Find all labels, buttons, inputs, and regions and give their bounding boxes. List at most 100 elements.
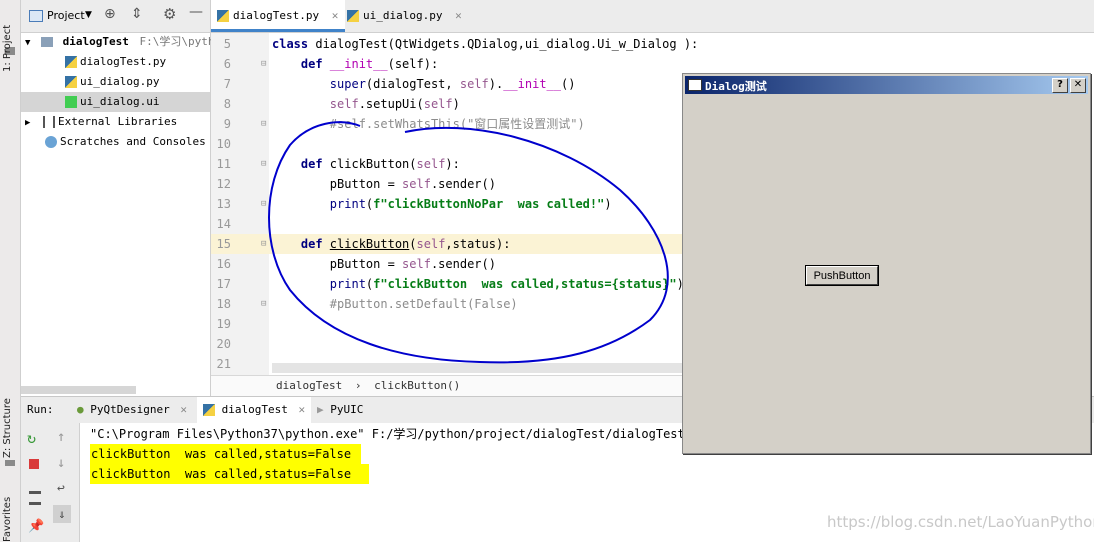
minimize-icon[interactable]: —: [189, 4, 203, 20]
locate-icon[interactable]: ⊕: [104, 6, 116, 22]
close-icon[interactable]: ✕: [332, 9, 339, 22]
tree-item-label: ui_dialog.py: [80, 75, 160, 88]
chevron-down-icon[interactable]: ▼: [85, 10, 92, 20]
line-number: 9: [223, 117, 231, 131]
arrow-up-icon[interactable]: ↑: [57, 429, 65, 445]
tree-item-dialogtest-py[interactable]: dialogTest.py: [21, 52, 210, 72]
pin-icon[interactable]: 📌: [28, 519, 44, 534]
tree-item-external-libraries[interactable]: ▶ External Libraries: [21, 112, 210, 132]
line-number: 12: [216, 177, 231, 191]
code-text: .sender(): [430, 177, 496, 191]
code-text: clickButton: [329, 237, 410, 251]
line-number-gutter: 5 6 7 8 9 10 11 12 13 14 15 16 17 18 19 …: [211, 33, 269, 375]
code-text: self: [423, 97, 453, 111]
code-text: dialogTest(QtWidgets.QDialog,ui_dialog.U…: [315, 37, 699, 51]
tab-ui-dialog-py[interactable]: ui_dialog.py ✕: [341, 0, 473, 32]
code-line-5: class dialogTest(QtWidgets.QDialog,ui_di…: [272, 34, 698, 54]
horizontal-scrollbar[interactable]: [21, 386, 136, 394]
tree-item-dialogtest[interactable]: ▼ dialogTest F:\学习\python: [21, 32, 228, 52]
tab-pyqtdesigner[interactable]: ● PyQtDesigner ✕: [77, 397, 187, 423]
code-text: self: [272, 97, 359, 111]
soft-wrap-icon[interactable]: ↩: [57, 481, 65, 496]
code-text: (dialogTest,: [365, 77, 460, 91]
tab-pyuic[interactable]: ▶ PyUIC: [317, 397, 363, 423]
favorites-tool-tab[interactable]: Favorites: [2, 486, 18, 542]
arrow-down-icon[interactable]: ↓: [57, 455, 65, 471]
code-line-18: #pButton.setDefault(False): [272, 297, 518, 311]
keyword: def: [272, 237, 330, 251]
line-number: 17: [216, 277, 231, 291]
gear-icon[interactable]: ⚙: [163, 5, 176, 23]
code-text: f"clickButton was called,status={status}…: [373, 277, 677, 291]
tree-item-scratches[interactable]: Scratches and Consoles: [21, 132, 210, 152]
code-text: __init__: [503, 77, 561, 91]
editor-hscroll[interactable]: [272, 363, 683, 373]
project-tool-tab[interactable]: 1: Project: [2, 6, 18, 72]
breadcrumb-item[interactable]: dialogTest: [276, 379, 342, 392]
dialog-title: Dialog测试: [705, 80, 767, 93]
code-text: __init__: [329, 57, 388, 71]
line-number: 11: [216, 157, 231, 171]
close-icon[interactable]: ✕: [455, 9, 462, 22]
tree-item-label: Scratches and Consoles: [60, 135, 206, 148]
project-view-icon: [29, 10, 43, 22]
fold-icon[interactable]: ⊟: [261, 199, 266, 209]
tab-dialogtest[interactable]: dialogTest ✕: [197, 397, 312, 423]
line-number: 14: [216, 217, 231, 231]
tab-dialogtest-py[interactable]: dialogTest.py ✕: [211, 0, 345, 32]
help-button[interactable]: ?: [1052, 78, 1068, 93]
fold-icon[interactable]: ⊟: [261, 239, 266, 249]
chevron-right-icon[interactable]: ▶: [25, 118, 30, 128]
code-text: ): [452, 97, 460, 111]
rerun-icon[interactable]: ↻: [27, 429, 36, 447]
stop-icon[interactable]: [29, 459, 39, 469]
tree-item-label: ui_dialog.ui: [80, 95, 160, 108]
line-number: 5: [223, 37, 231, 51]
structure-tool-tab[interactable]: Z: Structure: [2, 378, 18, 458]
tree-item-ui-dialog-py[interactable]: ui_dialog.py: [21, 72, 210, 92]
scroll-to-end-icon[interactable]: ⇓: [53, 505, 71, 523]
layout-icon[interactable]: [29, 491, 41, 505]
run-label: Run:: [27, 403, 54, 416]
close-icon[interactable]: ✕: [180, 403, 187, 416]
code-text: .setupUi(: [358, 97, 424, 111]
python-file-icon: [65, 76, 77, 88]
close-icon[interactable]: ✕: [298, 403, 305, 416]
code-line-9: #self.setWhatsThis("窗口属性设置测试"): [272, 117, 585, 131]
line-number: 16: [216, 257, 231, 271]
tree-item-ui-dialog-ui[interactable]: ui_dialog.ui: [21, 92, 210, 112]
code-text: print: [272, 277, 366, 291]
fold-icon[interactable]: ⊟: [261, 159, 266, 169]
collapse-icon[interactable]: ⇕: [131, 6, 143, 22]
code-text: self: [402, 257, 431, 271]
line-number: 10: [216, 137, 231, 151]
code-editor[interactable]: class dialogTest(QtWidgets.QDialog,ui_di…: [269, 33, 698, 375]
dialog-titlebar[interactable]: Dialog测试 ? ✕: [685, 76, 1088, 94]
code-line-12: pButton = self.sender(): [272, 174, 496, 194]
code-line-17: print(f"clickButton was called,status={s…: [272, 274, 684, 294]
console-line-highlighted: clickButton was called,status=False: [90, 464, 370, 484]
run-config-icon: ●: [77, 403, 84, 416]
fold-icon[interactable]: ⊟: [261, 59, 266, 69]
code-text: clickButton: [329, 157, 410, 171]
close-button[interactable]: ✕: [1070, 78, 1086, 93]
project-panel: Project ▼ ⊕ ⇕ ⚙ — ▼ dialogTest F:\学习\pyt…: [21, 0, 228, 396]
dialog-window: Dialog测试 ? ✕ PushButton: [682, 73, 1091, 454]
chevron-down-icon[interactable]: ▼: [25, 38, 30, 48]
breadcrumb-item[interactable]: clickButton(): [374, 379, 460, 392]
push-button[interactable]: PushButton: [805, 265, 879, 286]
code-line-7: super(dialogTest, self).__init__(): [272, 74, 576, 94]
scratch-icon: [45, 136, 57, 148]
code-text: ):: [445, 157, 460, 171]
line-number: 21: [216, 357, 231, 371]
window-icon: [688, 79, 702, 91]
python-file-icon: [347, 10, 359, 22]
code-text: pButton =: [272, 177, 403, 191]
fold-icon[interactable]: ⊟: [261, 119, 266, 129]
fold-icon[interactable]: ⊟: [261, 299, 266, 309]
line-number: 6: [223, 57, 231, 71]
project-title[interactable]: Project: [47, 9, 85, 22]
editor-tabs: dialogTest.py ✕ ui_dialog.py ✕: [211, 0, 1094, 33]
run-toolbar: ↻ 📌 ↑ ↓ ↩ ⇓: [21, 423, 80, 542]
line-number: 15: [216, 237, 231, 251]
